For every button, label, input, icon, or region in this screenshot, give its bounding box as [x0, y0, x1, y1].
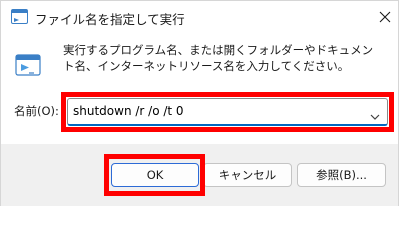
close-icon [379, 8, 391, 27]
window-title: ファイル名を指定して実行 [35, 12, 185, 27]
run-dialog: ファイル名を指定して実行 実行するプログラム名、または開くフォルダーやドキュメン… [0, 0, 399, 206]
run-dialog-icon [11, 9, 28, 24]
title-bar[interactable]: ファイル名を指定して実行 [1, 1, 398, 34]
close-button[interactable] [375, 7, 395, 27]
run-window-icon [15, 53, 41, 79]
ok-highlight-box [104, 154, 205, 196]
open-label: 名前(O): [14, 104, 59, 118]
cancel-button[interactable]: キャンセル [203, 163, 292, 187]
description-text: 実行するプログラム名、または開くフォルダーやドキュメント名、インターネットリソー… [63, 43, 374, 73]
browse-button[interactable]: 参照(B)... [297, 163, 386, 187]
input-highlight-box [61, 92, 394, 132]
